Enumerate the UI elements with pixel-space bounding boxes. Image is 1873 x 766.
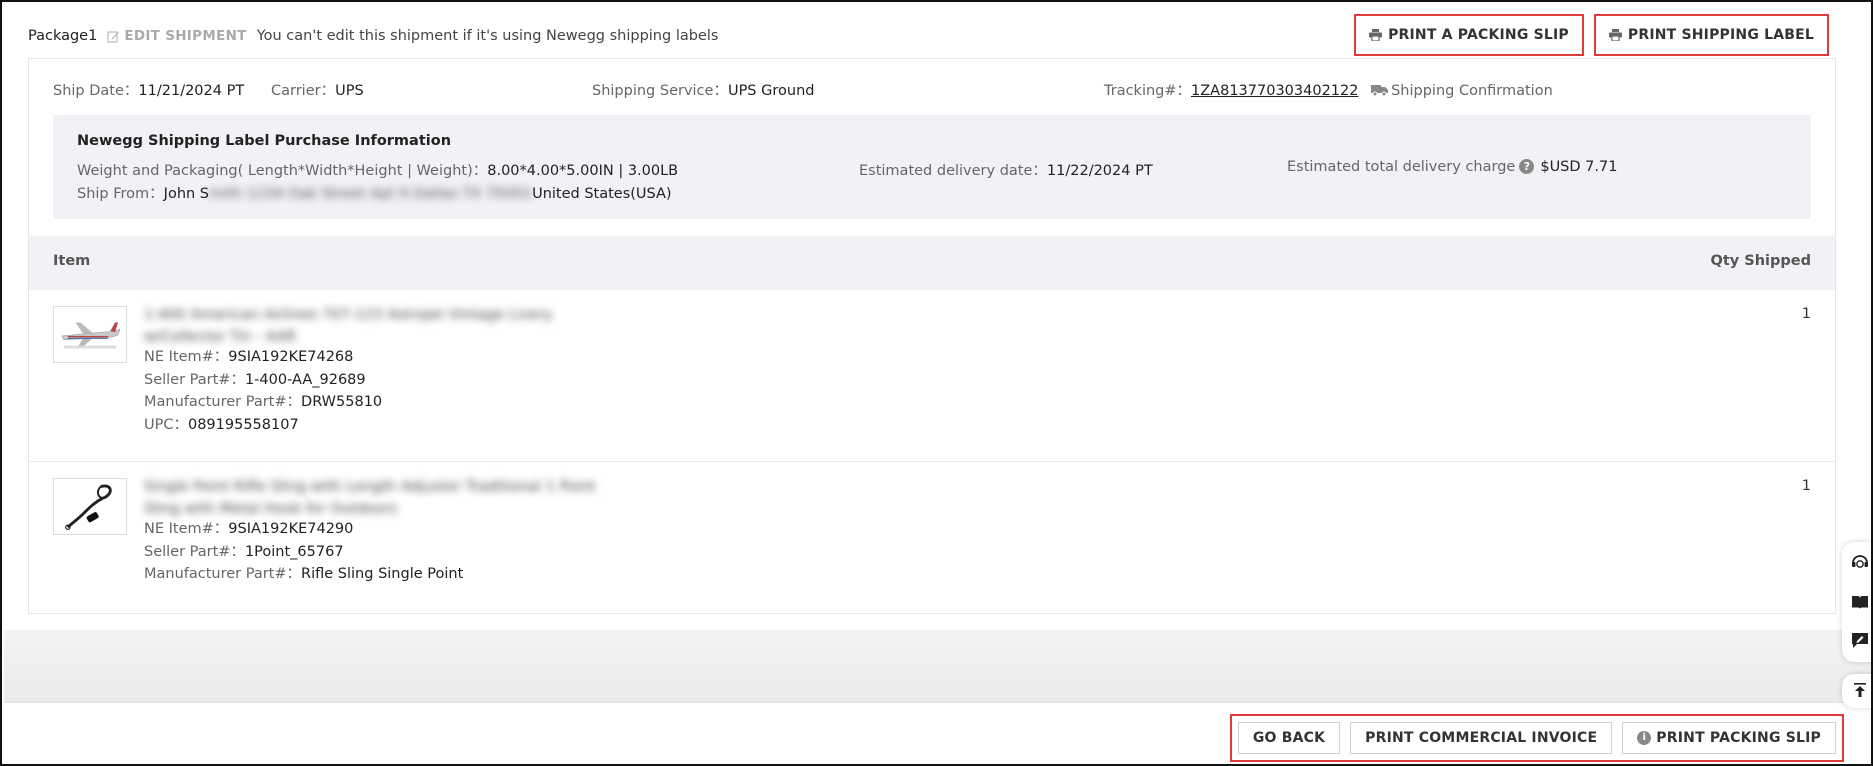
printer-icon: [1369, 29, 1383, 41]
scroll-top-button[interactable]: [1842, 674, 1871, 708]
table-row: Single Point Rifle Sling with Length Adj…: [29, 462, 1835, 612]
print-a-packing-slip-button[interactable]: PRINT A PACKING SLIP: [1359, 19, 1579, 51]
edit-shipment-link[interactable]: EDIT SHIPMENT: [107, 28, 246, 44]
ship-date: Ship Date：11/21/2024 PT: [53, 83, 245, 99]
highlight-box: PRINT SHIPPING LABEL: [1593, 14, 1829, 56]
estimated-delivery-charge: Estimated total delivery charge? $USD 7.7…: [1287, 159, 1618, 175]
rifle-sling-image: [54, 479, 126, 534]
airplane-image: [54, 307, 126, 362]
tracking: Tracking#：1ZA813770303402122 Shipping Co…: [1104, 83, 1553, 99]
print-shipping-label-label: PRINT SHIPPING LABEL: [1627, 27, 1814, 43]
items-table-header: Item Qty Shipped: [29, 236, 1835, 290]
edit-shipment-label: EDIT SHIPMENT: [124, 28, 247, 44]
ne-item-number: NE Item#：9SIA192KE74268: [144, 349, 354, 365]
info-icon: i: [1637, 731, 1652, 745]
page-frame: Package1 EDIT SHIPMENT You can't edit th…: [0, 0, 1873, 766]
print-a-packing-slip-label: PRINT A PACKING SLIP: [1388, 27, 1569, 43]
manufacturer-part-number: Manufacturer Part#：DRW55810: [144, 394, 383, 410]
highlight-box: GO BACK PRINT COMMERCIAL INVOICE i PRINT…: [1229, 714, 1844, 762]
package-name: Package1: [28, 28, 98, 44]
print-packing-slip-label: PRINT PACKING SLIP: [1656, 730, 1821, 746]
item-thumbnail[interactable]: [53, 306, 127, 363]
item-details: NE Item#：9SIA192KE74290 Seller Part#：1Po…: [144, 518, 463, 586]
support-icon[interactable]: [1850, 552, 1870, 572]
ship-from: Ship From：John Smith 1234 Oak Street Apt…: [77, 186, 672, 202]
shipment-summary: Ship Date：11/21/2024 PT Carrier：UPS Ship…: [53, 79, 1811, 103]
purchase-info-title: Newegg Shipping Label Purchase Informati…: [77, 133, 452, 149]
upc: UPC：089195558107: [144, 416, 299, 433]
page-background: [4, 630, 1871, 702]
shipping-service: Shipping Service：UPS Ground: [592, 83, 815, 99]
print-shipping-label-button[interactable]: PRINT SHIPPING LABEL: [1598, 19, 1824, 51]
edit-icon: [107, 30, 120, 43]
edit-shipment-note: You can't edit this shipment if it's usi…: [256, 28, 719, 44]
footer-bar: GO BACK PRINT COMMERCIAL INVOICE i PRINT…: [4, 702, 1871, 764]
feedback-icon[interactable]: [1850, 630, 1870, 650]
printer-icon: [1608, 29, 1622, 41]
shipment-panel: Ship Date：11/21/2024 PT Carrier：UPS Ship…: [28, 58, 1836, 614]
redacted-address: mith 1234 Oak Street Apt 9 Dallas TX 750…: [209, 186, 533, 202]
print-packing-slip-button[interactable]: i PRINT PACKING SLIP: [1622, 722, 1836, 754]
highlight-box: PRINT A PACKING SLIP: [1354, 14, 1584, 56]
qty-shipped: 1: [1801, 306, 1811, 322]
shipping-confirmation-link[interactable]: Shipping Confirmation: [1391, 83, 1553, 99]
label-purchase-info: Newegg Shipping Label Purchase Informati…: [53, 115, 1811, 219]
weight-packaging: Weight and Packaging( Length*Width*Heigh…: [77, 163, 679, 179]
table-row: 1:400 American Airlines 707-123 Astrojet…: [29, 290, 1835, 462]
item-title[interactable]: 1:400 American Airlines 707-123 Astrojet…: [144, 304, 584, 348]
scroll-top-icon: [1854, 683, 1866, 697]
truck-icon: [1371, 85, 1389, 96]
carrier: Carrier：UPS: [271, 83, 364, 99]
package-header: Package1 EDIT SHIPMENT You can't edit th…: [28, 24, 718, 48]
qty-shipped: 1: [1801, 478, 1811, 494]
item-title[interactable]: Single Point Rifle Sling with Length Adj…: [144, 476, 624, 520]
tracking-number-link[interactable]: 1ZA813770303402122: [1191, 83, 1358, 99]
ne-item-number: NE Item#：9SIA192KE74290: [144, 521, 354, 537]
manufacturer-part-number: Manufacturer Part#：Rifle Sling Single Po…: [144, 566, 464, 582]
item-thumbnail[interactable]: [53, 478, 127, 535]
column-qty-shipped: Qty Shipped: [1710, 253, 1811, 269]
print-commercial-invoice-button[interactable]: PRINT COMMERCIAL INVOICE: [1350, 722, 1613, 754]
floating-toolbar: [1842, 542, 1871, 662]
item-details: NE Item#：9SIA192KE74268 Seller Part#：1-4…: [144, 346, 382, 436]
help-icon[interactable]: ?: [1519, 159, 1535, 174]
seller-part-number: Seller Part#：1Point_65767: [144, 543, 344, 560]
go-back-button[interactable]: GO BACK: [1237, 722, 1341, 754]
seller-part-number: Seller Part#：1-400-AA_92689: [144, 371, 366, 388]
book-icon[interactable]: [1850, 592, 1870, 612]
top-actions: PRINT A PACKING SLIP PRINT SHIPPING LABE…: [1354, 14, 1829, 56]
column-item: Item: [53, 253, 91, 269]
estimated-delivery-date: Estimated delivery date：11/22/2024 PT: [859, 163, 1153, 179]
